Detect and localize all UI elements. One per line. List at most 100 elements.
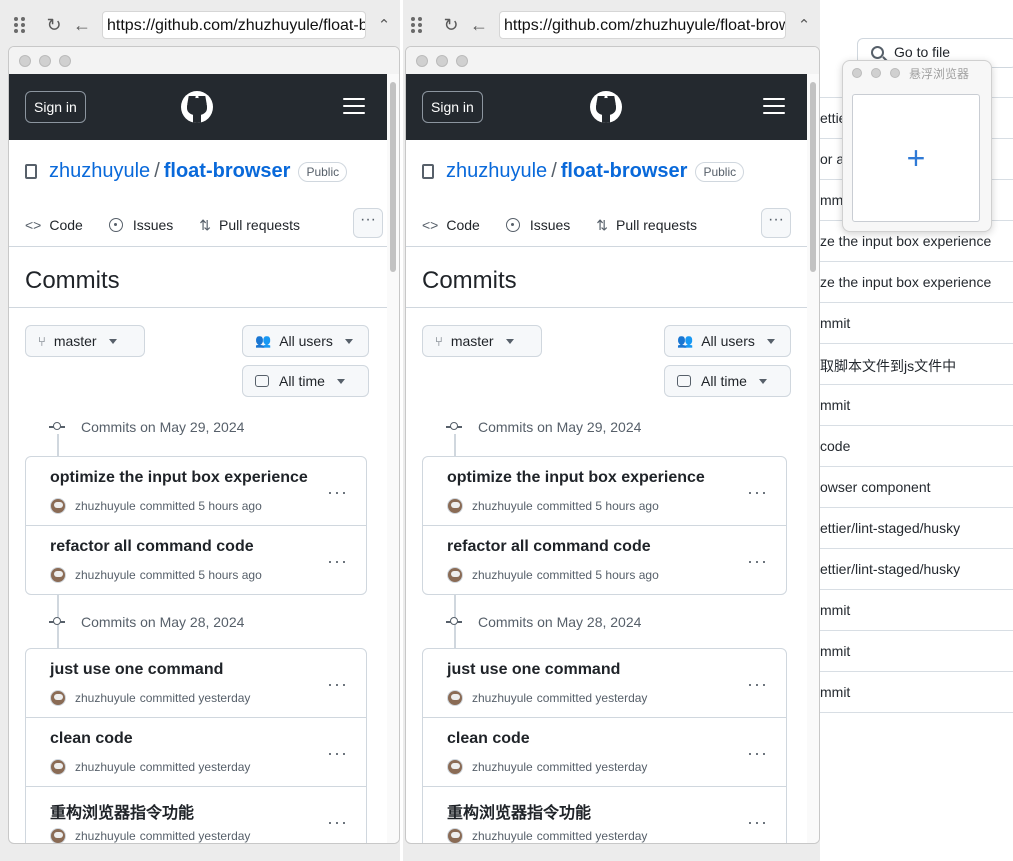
- commit-message[interactable]: just use one command: [447, 661, 620, 679]
- url-input[interactable]: https://github.com/zhuzhuyule/float-brow…: [499, 11, 786, 39]
- floating-browser-window[interactable]: 悬浮浏览器 +: [842, 60, 992, 232]
- branch-select[interactable]: ⑂ master: [25, 325, 145, 357]
- commit-message[interactable]: optimize the input box experience: [50, 469, 308, 487]
- more-tabs-button[interactable]: ···: [353, 208, 383, 238]
- commit-actions-button[interactable]: ···: [747, 482, 768, 503]
- avatar[interactable]: [50, 759, 66, 775]
- users-select[interactable]: 👥 All users: [664, 325, 791, 357]
- list-item[interactable]: owser component: [820, 466, 1013, 507]
- avatar[interactable]: [447, 567, 463, 583]
- reload-icon[interactable]: ↻: [437, 15, 465, 36]
- commit-row[interactable]: 重构浏览器指令功能 zhuzhuyule committed yesterday…: [423, 787, 786, 843]
- tab-code[interactable]: <> Code: [422, 217, 480, 233]
- commit-row[interactable]: refactor all command code zhuzhuyule com…: [26, 526, 366, 594]
- back-arrow-icon[interactable]: ←: [465, 15, 493, 36]
- scrollbar-thumb[interactable]: [810, 82, 816, 272]
- commit-row[interactable]: just use one command zhuzhuyule committe…: [423, 649, 786, 718]
- drag-handle-icon[interactable]: [14, 17, 28, 33]
- scrollbar[interactable]: [387, 74, 399, 843]
- commit-author[interactable]: zhuzhuyule: [472, 829, 533, 843]
- time-select[interactable]: All time: [664, 365, 791, 397]
- avatar[interactable]: [447, 690, 463, 706]
- github-logo-icon[interactable]: [181, 91, 213, 123]
- commit-author[interactable]: zhuzhuyule: [75, 829, 136, 843]
- back-arrow-icon[interactable]: ←: [68, 15, 96, 36]
- commit-row[interactable]: refactor all command code zhuzhuyule com…: [423, 526, 786, 594]
- scrollbar[interactable]: [807, 74, 819, 843]
- tab-code[interactable]: <> Code: [25, 217, 83, 233]
- list-item[interactable]: mmit: [820, 302, 1013, 343]
- repo-name-link[interactable]: float-browser: [561, 160, 688, 183]
- commit-message[interactable]: optimize the input box experience: [447, 469, 705, 487]
- commit-message[interactable]: 重构浏览器指令功能: [447, 799, 591, 823]
- commit-actions-button[interactable]: ···: [327, 812, 348, 833]
- avatar[interactable]: [50, 498, 66, 514]
- branch-select[interactable]: ⑂ master: [422, 325, 542, 357]
- sign-in-button[interactable]: Sign in: [25, 91, 86, 123]
- tab-issues[interactable]: Issues: [505, 217, 570, 233]
- commit-author[interactable]: zhuzhuyule: [75, 691, 136, 705]
- zoom-traffic-light[interactable]: [59, 54, 71, 67]
- commit-row[interactable]: clean code zhuzhuyule committed yesterda…: [26, 718, 366, 787]
- url-input[interactable]: https://github.com/zhuzhuyule/float-brow…: [102, 11, 366, 39]
- commit-author[interactable]: zhuzhuyule: [75, 760, 136, 774]
- list-item[interactable]: ettier/lint-staged/husky: [820, 548, 1013, 589]
- commit-message[interactable]: clean code: [50, 730, 133, 748]
- list-item[interactable]: ze the input box experience: [820, 261, 1013, 302]
- commit-author[interactable]: zhuzhuyule: [75, 499, 136, 513]
- menu-icon[interactable]: [763, 98, 785, 114]
- commit-author[interactable]: zhuzhuyule: [472, 691, 533, 705]
- list-item[interactable]: mmit: [820, 630, 1013, 671]
- collapse-icon[interactable]: ⌃: [792, 16, 816, 34]
- list-item[interactable]: mmit: [820, 384, 1013, 425]
- users-select[interactable]: 👥 All users: [242, 325, 369, 357]
- scrollbar-thumb[interactable]: [390, 82, 396, 272]
- commit-actions-button[interactable]: ···: [747, 551, 768, 572]
- commit-actions-button[interactable]: ···: [747, 812, 768, 833]
- avatar[interactable]: [50, 567, 66, 583]
- zoom-traffic-light[interactable]: [456, 54, 468, 67]
- minimize-traffic-light[interactable]: [39, 54, 51, 67]
- close-traffic-light[interactable]: [416, 54, 428, 67]
- floating-titlebar[interactable]: 悬浮浏览器: [843, 61, 991, 85]
- commit-author[interactable]: zhuzhuyule: [472, 568, 533, 582]
- avatar[interactable]: [447, 498, 463, 514]
- list-item[interactable]: mmit: [820, 671, 1013, 712]
- commit-row[interactable]: optimize the input box experience zhuzhu…: [26, 457, 366, 526]
- list-item[interactable]: ettier/lint-staged/husky: [820, 507, 1013, 548]
- tab-pull-requests[interactable]: ⇅ Pull requests: [199, 217, 300, 234]
- commit-row[interactable]: optimize the input box experience zhuzhu…: [423, 457, 786, 526]
- commit-actions-button[interactable]: ···: [327, 551, 348, 572]
- commit-actions-button[interactable]: ···: [747, 743, 768, 764]
- minimize-traffic-light[interactable]: [436, 54, 448, 67]
- repo-name-link[interactable]: float-browser: [164, 160, 291, 183]
- repo-owner-link[interactable]: zhuzhuyule: [446, 160, 547, 183]
- commit-actions-button[interactable]: ···: [747, 674, 768, 695]
- avatar[interactable]: [50, 828, 66, 843]
- commit-message[interactable]: 重构浏览器指令功能: [50, 799, 194, 823]
- commit-row[interactable]: 重构浏览器指令功能 zhuzhuyule committed yesterday…: [26, 787, 366, 843]
- commit-message[interactable]: refactor all command code: [447, 538, 651, 556]
- reload-icon[interactable]: ↻: [40, 15, 68, 36]
- repo-owner-link[interactable]: zhuzhuyule: [49, 160, 150, 183]
- zoom-traffic-light[interactable]: [890, 68, 900, 78]
- close-traffic-light[interactable]: [19, 54, 31, 67]
- commit-author[interactable]: zhuzhuyule: [472, 760, 533, 774]
- avatar[interactable]: [447, 759, 463, 775]
- drag-handle-icon[interactable]: [411, 17, 425, 33]
- sign-in-button[interactable]: Sign in: [422, 91, 483, 123]
- avatar[interactable]: [50, 690, 66, 706]
- commit-message[interactable]: clean code: [447, 730, 530, 748]
- add-page-button[interactable]: +: [852, 94, 980, 222]
- github-logo-icon[interactable]: [590, 91, 622, 123]
- list-item[interactable]: mmit: [820, 589, 1013, 630]
- commit-row[interactable]: clean code zhuzhuyule committed yesterda…: [423, 718, 786, 787]
- commit-actions-button[interactable]: ···: [327, 743, 348, 764]
- tab-issues[interactable]: Issues: [108, 217, 173, 233]
- time-select[interactable]: All time: [242, 365, 369, 397]
- menu-icon[interactable]: [343, 98, 365, 114]
- close-traffic-light[interactable]: [852, 68, 862, 78]
- commit-author[interactable]: zhuzhuyule: [472, 499, 533, 513]
- commit-row[interactable]: just use one command zhuzhuyule committe…: [26, 649, 366, 718]
- list-item[interactable]: 取脚本文件到js文件中: [820, 343, 1013, 384]
